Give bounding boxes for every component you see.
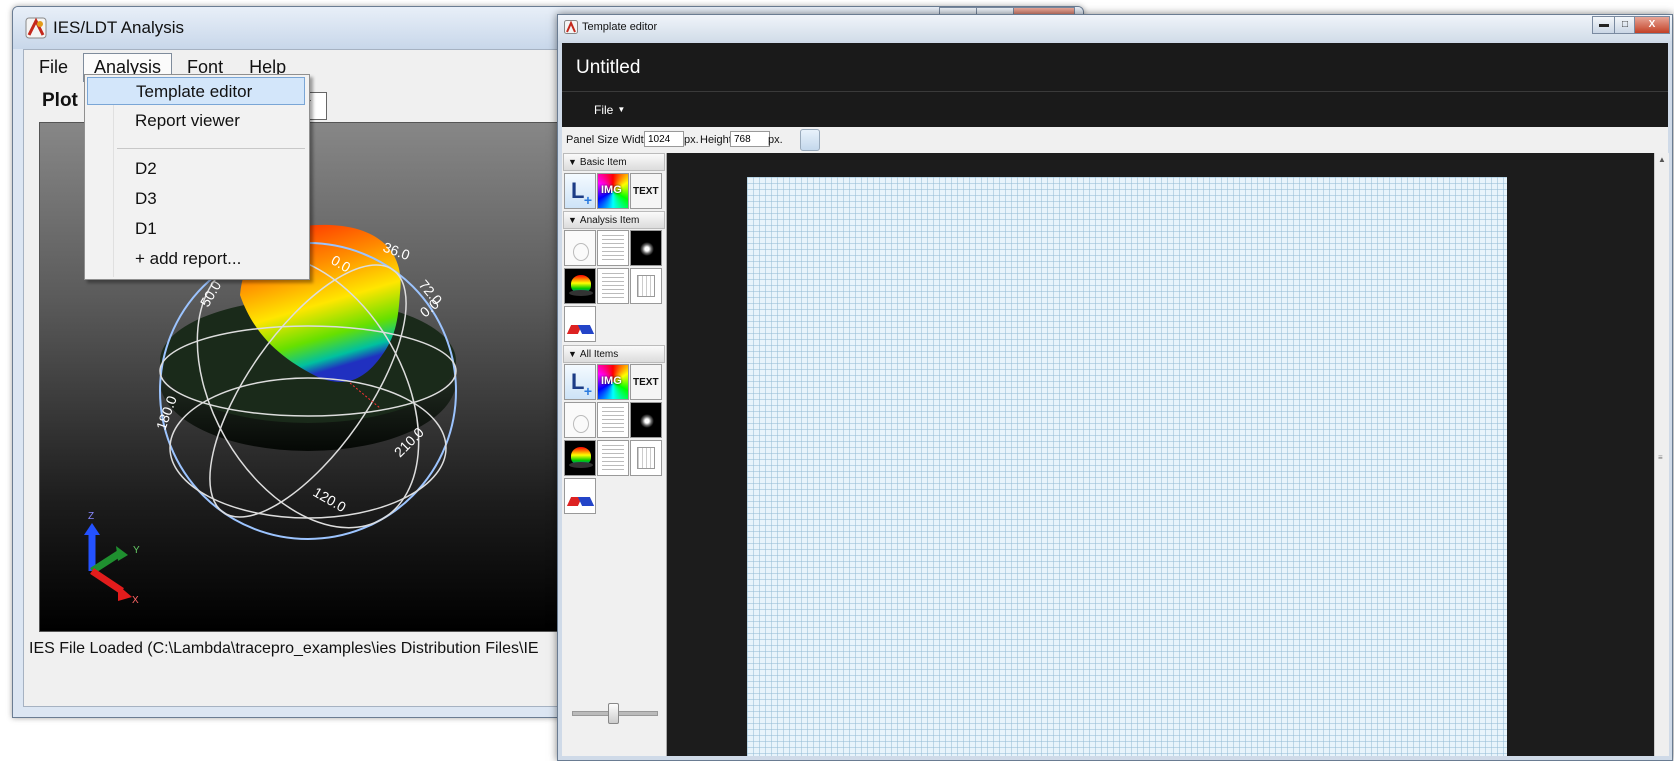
plot-label: Plot [42,90,78,111]
panel-size-bar: Panel Size Width: px. Height: px. [562,127,1668,153]
panel-width-input[interactable] [644,131,684,147]
minimize-button[interactable]: ▬ [1592,16,1616,34]
item-palette: ▼ Basic Item L + IMG TEXT ▼ Analysis Item ▼… [562,153,667,756]
menu-item-d1[interactable]: D1 [87,215,305,243]
chart-tile[interactable] [630,440,662,476]
label-item-tile[interactable]: L + [564,364,596,400]
polar-plot-tile[interactable] [564,402,596,438]
table-report-tile[interactable] [597,230,629,266]
text-item-tile[interactable]: TEXT [630,173,662,209]
window-title: Template editor [582,21,658,33]
title-bar: Template editor ▬ □ X [558,15,1672,41]
chart-tile[interactable] [630,268,662,304]
status-bar-text: IES File Loaded (C:\Lambda\tracepro_exam… [29,640,539,657]
axis-label-x: X [132,595,139,606]
panel-height-input[interactable] [730,131,770,147]
polar-plot-tile[interactable] [564,230,596,266]
candela-image-tile[interactable] [630,402,662,438]
analysis-dropdown-menu: Template editor Report viewer D2 D3 D1 +… [84,74,310,280]
app-icon [564,20,578,34]
window-title: IES/LDT Analysis [53,18,185,37]
3d-plot-tile[interactable] [564,440,596,476]
unit-label: px. [768,134,783,146]
angle-label: 50.0 [197,278,225,310]
background-color-button[interactable] [800,129,820,151]
expand-triangle-icon: ▼ [568,349,577,359]
zoom-slider-thumb[interactable] [608,703,619,724]
maximize-button[interactable]: □ [1614,16,1636,34]
template-page-grid[interactable] [747,177,1507,756]
panel-width-label: Panel Size Width: [566,134,653,146]
angle-label: 120.0 [311,484,350,515]
menu-file[interactable]: File [28,53,79,82]
file-menu[interactable]: File ▼ [594,103,625,117]
template-editor-window: Template editor ▬ □ X Untitled File ▼ Pan… [557,14,1673,761]
text-item-tile[interactable]: TEXT [630,364,662,400]
header-divider [562,91,1668,92]
editor-header: Untitled File ▼ [562,43,1668,127]
3d-plot-tile[interactable] [564,268,596,304]
menu-item-template-editor[interactable]: Template editor [87,77,305,105]
axis-triad: Z Y X [84,511,140,606]
scroll-grip-icon[interactable]: ≡ [1658,453,1663,462]
axis-label-z: Z [88,511,94,522]
section-all-items[interactable]: ▼ All Items [563,345,665,363]
expand-triangle-icon: ▼ [568,215,577,225]
direction-arrows-tile[interactable] [564,306,596,342]
scroll-up-icon[interactable]: ▲ [1658,155,1666,164]
direction-arrows-tile[interactable] [564,478,596,514]
editor-canvas-area[interactable] [667,153,1654,756]
close-button[interactable]: X [1634,16,1670,34]
section-basic-item[interactable]: ▼ Basic Item [563,153,665,171]
expand-triangle-icon: ▼ [568,157,577,167]
menu-separator [117,148,305,149]
menu-item-d3[interactable]: D3 [87,185,305,213]
label-item-tile[interactable]: L + [564,173,596,209]
image-item-tile[interactable]: IMG [597,173,629,209]
axis-label-y: Y [133,545,140,556]
menu-item-add-report[interactable]: + add report... [87,245,305,273]
app-icon [25,17,47,39]
table-report-tile[interactable] [597,402,629,438]
data-table-tile[interactable] [597,268,629,304]
unit-label: px. [684,134,699,146]
caret-down-icon: ▼ [617,105,626,114]
data-table-tile[interactable] [597,440,629,476]
angle-label: 180.0 [153,393,180,432]
image-item-tile[interactable]: IMG [597,364,629,400]
candela-image-tile[interactable] [630,230,662,266]
section-analysis-item[interactable]: ▼ Analysis Item [563,211,665,229]
document-title: Untitled [576,57,641,78]
menu-item-d2[interactable]: D2 [87,155,305,183]
menu-item-report-viewer[interactable]: Report viewer [87,107,305,135]
vertical-scrollbar[interactable]: ▲ ≡ [1654,153,1669,756]
